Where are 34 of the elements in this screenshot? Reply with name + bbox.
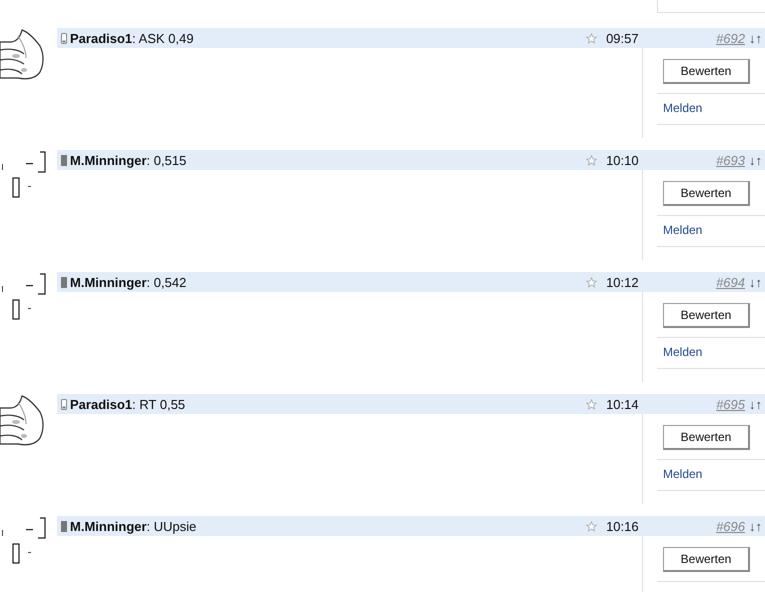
post-time: 10:10 (606, 152, 640, 168)
phone-icon (61, 32, 67, 44)
post-time: 10:12 (606, 274, 640, 290)
navigation-arrows[interactable]: ↓↑ (749, 152, 762, 168)
report-link[interactable]: Melden (663, 467, 765, 481)
phone-icon (61, 398, 67, 410)
star-icon[interactable] (586, 398, 598, 410)
rate-button[interactable]: Bewerten (663, 181, 750, 206)
status-bar-icon (61, 154, 67, 166)
navigation-arrows[interactable]: ↓↑ (749, 396, 762, 412)
report-link[interactable]: Melden (663, 101, 765, 115)
status-bar-icon (61, 276, 67, 288)
star-icon[interactable] (586, 520, 598, 532)
post-text: M.Minninger: 0,542 (70, 274, 188, 290)
star-icon[interactable] (586, 32, 598, 44)
report-link[interactable]: Melden (663, 345, 765, 359)
rate-button[interactable]: Bewerten (663, 59, 750, 84)
rate-button[interactable]: Bewerten (663, 303, 750, 328)
post-time: 10:14 (606, 396, 640, 412)
post-time: 09:57 (606, 30, 640, 46)
status-bar-icon (61, 520, 67, 532)
post-text: M.Minninger: 0,515 (70, 152, 188, 168)
star-icon[interactable] (586, 276, 598, 288)
navigation-arrows[interactable]: ↓↑ (749, 274, 762, 290)
navigation-arrows[interactable]: ↓↑ (749, 30, 762, 46)
report-link[interactable]: Melden (663, 223, 765, 237)
star-icon[interactable] (586, 154, 598, 166)
rate-button[interactable]: Bewerten (663, 547, 750, 572)
post-text: Paradiso1: ASK 0,49 (70, 30, 195, 46)
navigation-arrows[interactable]: ↓↑ (749, 518, 762, 534)
rate-button[interactable]: Bewerten (663, 425, 750, 450)
post-text: Paradiso1: RT 0,55 (70, 396, 186, 412)
post-time: 10:16 (606, 518, 640, 534)
post-text: M.Minninger: UUpsie (70, 518, 198, 534)
